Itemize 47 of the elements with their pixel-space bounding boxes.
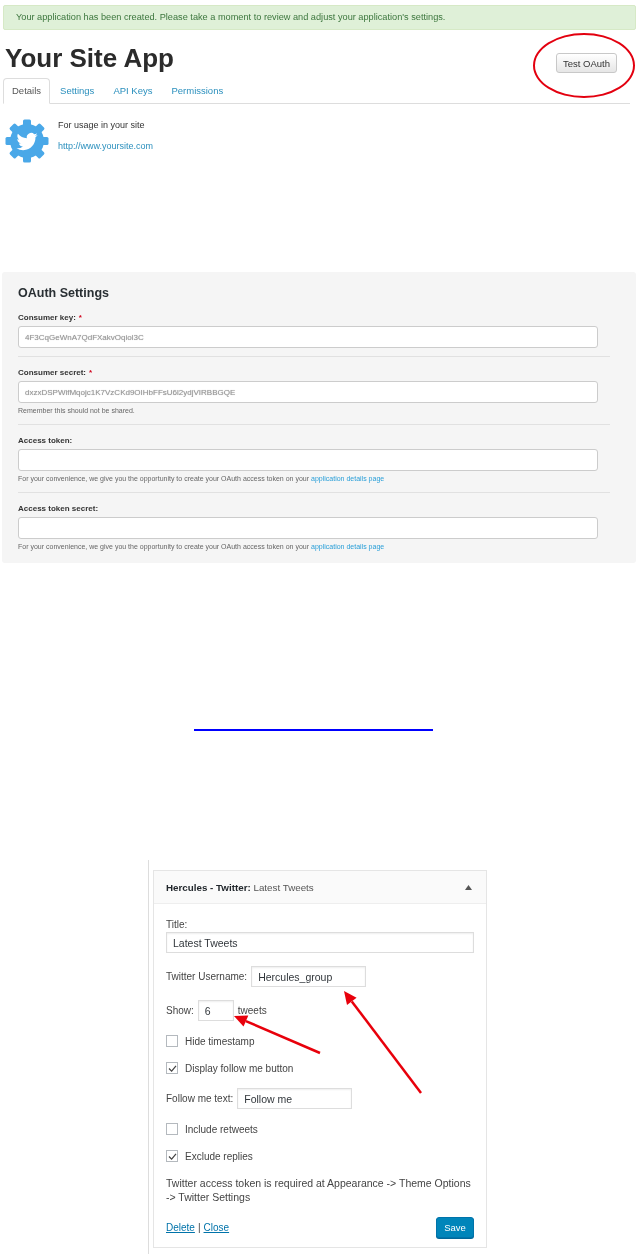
input-field[interactable] [18,449,598,471]
field-label: Access token: [18,435,73,447]
checkbox-label: Exclude replies [185,1150,253,1162]
checkbox[interactable] [166,1062,178,1074]
tab[interactable]: Settings [51,78,104,104]
checkbox-label: Include retweets [185,1123,258,1135]
checkbox-label: Display follow me button [185,1062,294,1074]
widget-title: Hercules - Twitter: Latest Tweets [166,881,314,893]
footer-link[interactable]: Close [203,1222,230,1233]
input-field[interactable]: Latest Tweets [166,932,474,953]
tab[interactable]: Permissions [162,78,233,104]
website-link[interactable]: http://www.yoursite.com [58,140,154,153]
input-field[interactable]: Hercules_group [251,966,367,987]
checkbox[interactable] [166,1123,178,1135]
panel-title: OAuth Settings [18,285,110,302]
input-field[interactable]: dxzxDSPWifMqojc1K7VzCKd9OIHbFFsU6l2ydjVIRBBGQE [18,381,598,403]
field-label: Follow me text: [166,1092,234,1105]
required-mark: * [78,312,82,324]
checkmark-icon [167,1064,177,1072]
checkmark-icon [167,1152,177,1160]
save-button[interactable]: Save [436,1217,474,1238]
bird-gear-icon [5,118,49,164]
field-label: Twitter Username: [166,970,248,983]
app-title: Your Site App [5,43,174,73]
input-field[interactable]: 4F3CqGeWnA7QdFXakvOqiol3C [18,326,598,348]
unit-label: tweets [237,1004,267,1017]
checkbox-label: Hide timestamp [185,1035,255,1047]
field-label: Consumer secret: [18,367,87,379]
checkbox[interactable] [166,1035,178,1047]
checkbox[interactable] [166,1150,178,1162]
footer-link[interactable]: Delete [166,1222,195,1233]
field-label: Access token secret: [18,503,99,515]
tab[interactable]: Details [3,78,51,104]
field-label: Show: [166,1004,194,1017]
link-separator: | [197,1222,201,1233]
app-description: For usage in your site [58,119,145,132]
success-alert: Your application has been created. Please take a moment to review and adjust your application's settings. [3,5,636,30]
tab[interactable]: API Keys [104,78,162,104]
field-label: Title: [166,919,189,931]
info-note: Twitter access token is required at Appearance -> Theme Options -> Twitter Settings [166,1176,472,1204]
input-field[interactable] [18,517,598,539]
collapse-arrow-icon[interactable] [465,884,472,890]
field-label: Consumer key: [18,312,76,324]
input-field[interactable]: 6 [197,1000,234,1021]
required-mark: * [89,367,93,379]
input-field[interactable]: Follow me [237,1088,353,1109]
test-oauth-button[interactable]: Test OAuth [556,53,617,73]
